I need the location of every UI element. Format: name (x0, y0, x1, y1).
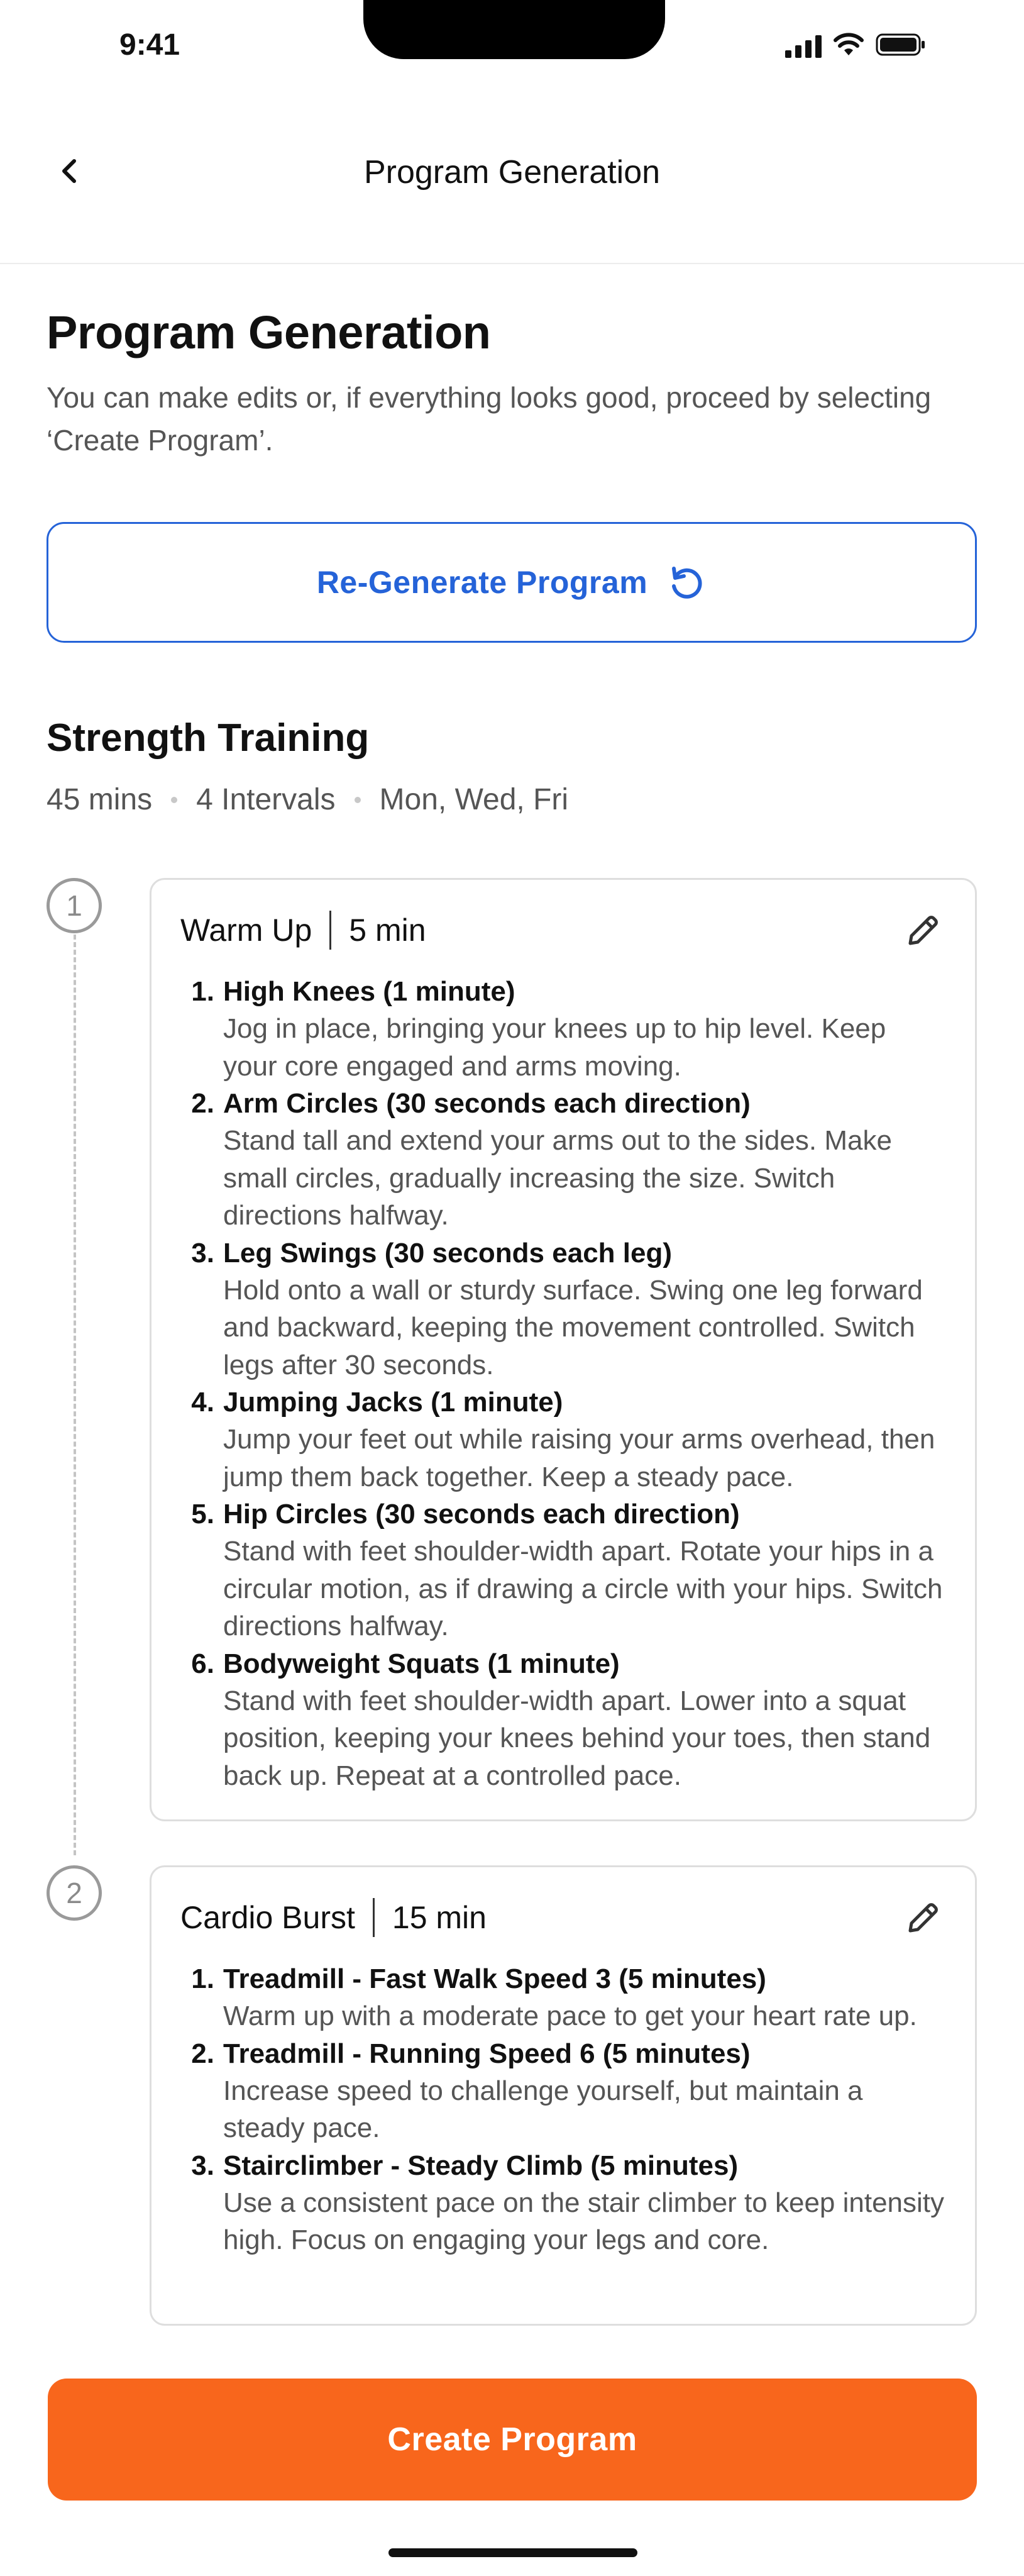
home-indicator (388, 2548, 637, 2557)
exercise-number: 3. (191, 1237, 214, 1269)
meta-separator (171, 796, 178, 803)
status-bar: 9:41 (0, 0, 1024, 94)
exercise-description: Stand with feet shoulder-width apart. Lo… (223, 1685, 931, 1791)
program-title: Strength Training (47, 716, 370, 760)
exercise-name: Jumping Jacks (1 minute) (223, 1387, 563, 1418)
exercise-number: 5. (191, 1499, 214, 1530)
exercise-name: Bodyweight Squats (1 minute) (223, 1648, 620, 1679)
pencil-icon (908, 916, 938, 945)
interval-name: Warm Up (180, 913, 312, 948)
list-item: 2. Treadmill - Running Speed 6 (5 minute… (180, 2035, 947, 2147)
divider (372, 1898, 375, 1937)
exercise-name: Arm Circles (30 seconds each direction) (223, 1088, 751, 1119)
regenerate-label: Re-Generate Program (316, 565, 648, 600)
exercise-name: Stairclimber - Steady Climb (5 minutes) (223, 2150, 739, 2181)
status-time: 9:41 (119, 28, 180, 62)
exercise-number: 4. (191, 1387, 214, 1418)
program-duration: 45 mins (47, 783, 153, 816)
program-meta: 45 mins 4 Intervals Mon, Wed, Fri (47, 782, 568, 817)
nav-header: Program Generation (0, 94, 1024, 264)
exercise-name: Treadmill - Fast Walk Speed 3 (5 minutes… (223, 1963, 766, 1994)
interval-card-warm-up: Warm Up 5 min 1. High Knees (1 minute) J… (150, 878, 977, 1821)
exercise-list: 1. High Knees (1 minute) Jog in place, b… (180, 973, 947, 1794)
notch (363, 0, 665, 59)
create-program-label: Create Program (387, 2421, 637, 2458)
page-subtitle: You can make edits or, if everything loo… (47, 381, 932, 457)
list-item: 1. High Knees (1 minute) Jog in place, b… (180, 973, 947, 1085)
exercise-list: 1. Treadmill - Fast Walk Speed 3 (5 minu… (180, 1960, 947, 2259)
exercise-number: 2. (191, 2038, 214, 2069)
list-item: 3. Stairclimber - Steady Climb (5 minute… (180, 2147, 947, 2259)
meta-separator (354, 796, 361, 803)
wifi-icon (833, 33, 864, 60)
exercise-number: 6. (191, 1648, 214, 1679)
edit-warm-up-button[interactable] (901, 908, 946, 953)
exercise-name: High Knees (1 minute) (223, 976, 515, 1007)
interval-duration: 5 min (349, 913, 426, 948)
interval-card-cardio-burst: Cardio Burst 15 min 1. Treadmill - Fast … (150, 1865, 977, 2326)
refresh-icon (672, 567, 702, 599)
nav-title: Program Generation (363, 154, 661, 191)
list-item: 3. Leg Swings (30 seconds each leg) Hold… (180, 1235, 947, 1384)
signal-icon (785, 35, 822, 58)
edit-cardio-burst-button[interactable] (901, 1895, 946, 1940)
exercise-description: Increase speed to challenge yourself, bu… (223, 2075, 863, 2144)
pencil-icon (908, 1903, 938, 1933)
interval-duration: 15 min (392, 1900, 487, 1935)
list-item: 4. Jumping Jacks (1 minute) Jump your fe… (180, 1384, 947, 1496)
divider (329, 911, 332, 950)
list-item: 1. Treadmill - Fast Walk Speed 3 (5 minu… (180, 1960, 947, 2035)
battery-icon (876, 33, 926, 60)
timeline-connector (74, 935, 76, 1855)
exercise-number: 1. (191, 1963, 214, 1994)
exercise-name: Hip Circles (30 seconds each direction) (223, 1499, 740, 1530)
card-header: Cardio Burst 15 min (180, 1896, 487, 1939)
list-item: 6. Bodyweight Squats (1 minute) Stand wi… (180, 1645, 947, 1795)
page-title: Program Generation (47, 306, 491, 358)
exercise-description: Hold onto a wall or sturdy surface. Swin… (223, 1274, 923, 1380)
exercise-description: Stand with feet shoulder-width apart. Ro… (223, 1536, 943, 1641)
program-days: Mon, Wed, Fri (379, 783, 569, 816)
create-program-button[interactable]: Create Program (48, 2379, 977, 2501)
regenerate-program-button[interactable]: Re-Generate Program (47, 522, 977, 643)
program-intervals: 4 Intervals (196, 783, 336, 816)
exercise-name: Treadmill - Running Speed 6 (5 minutes) (223, 2038, 751, 2069)
status-icons (785, 33, 926, 60)
list-item: 5. Hip Circles (30 seconds each directio… (180, 1496, 947, 1645)
screen: 9:41 Program Generation Program Generati… (0, 0, 1024, 2576)
exercise-name: Leg Swings (30 seconds each leg) (223, 1237, 672, 1269)
step-number-badge: 2 (47, 1865, 102, 1921)
list-item: 2. Arm Circles (30 seconds each directio… (180, 1085, 947, 1235)
exercise-description: Warm up with a moderate pace to get your… (223, 2001, 917, 2031)
exercise-number: 3. (191, 2150, 214, 2181)
step-number-badge: 1 (47, 878, 102, 933)
exercise-description: Stand tall and extend your arms out to t… (223, 1125, 892, 1231)
exercise-number: 2. (191, 1088, 214, 1119)
interval-name: Cardio Burst (180, 1900, 355, 1935)
exercise-description: Jog in place, bringing your knees up to … (223, 1013, 886, 1082)
exercise-description: Jump your feet out while raising your ar… (223, 1424, 935, 1492)
exercise-number: 1. (191, 976, 214, 1007)
exercise-description: Use a consistent pace on the stair climb… (223, 2187, 945, 2256)
card-header: Warm Up 5 min (180, 909, 426, 952)
